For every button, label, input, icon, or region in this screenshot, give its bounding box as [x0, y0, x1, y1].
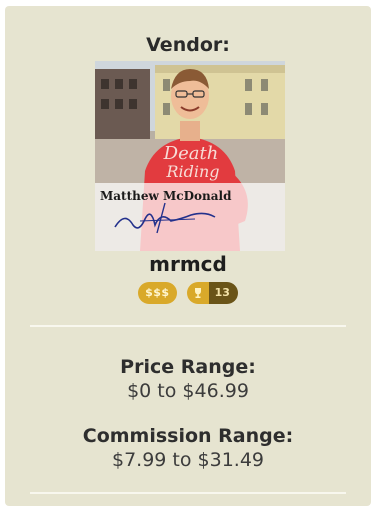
vendor-photo-image: Death Riding Matthew McDonald — [95, 61, 285, 251]
divider — [30, 325, 346, 327]
price-range-title: Price Range: — [120, 356, 256, 378]
trophy-icon — [186, 282, 209, 304]
trophy-badge: 13 — [186, 282, 238, 304]
shirt-print-line2: Riding — [165, 162, 219, 181]
price-range-value: $0 to $46.99 — [127, 380, 249, 402]
trophy-count: 13 — [208, 282, 238, 304]
shirt-print-line1: Death — [163, 143, 219, 164]
vendor-username[interactable]: mrmcd — [5, 252, 371, 276]
commission-range-title: Commission Range: — [82, 425, 294, 447]
vendor-badges: $$$ 13 — [5, 282, 371, 304]
vendor-photo[interactable]: Death Riding Matthew McDonald — [95, 61, 285, 251]
divider — [30, 492, 346, 494]
signature-name: Matthew McDonald — [100, 189, 232, 203]
price-level-badge: $$$ — [138, 282, 177, 304]
vendor-heading: Vendor: — [146, 34, 230, 56]
vendor-card: Vendor: Death Riding Matthew McDonald mr… — [5, 6, 371, 506]
commission-range-value: $7.99 to $31.49 — [111, 449, 265, 471]
